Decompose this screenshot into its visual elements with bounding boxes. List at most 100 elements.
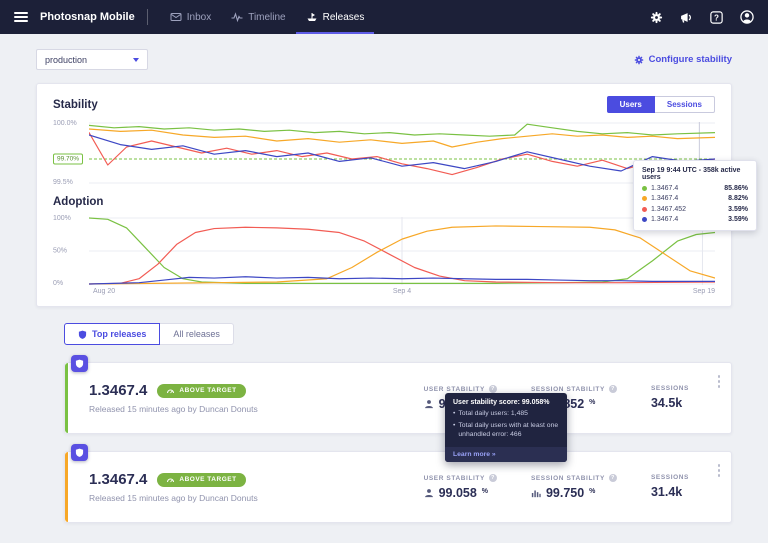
stability-target-label: 99.70% <box>53 153 84 165</box>
percent-unit: % <box>589 488 596 495</box>
stability-chart-block: 100.0% 99.70% 99.5% <box>53 120 715 186</box>
release-accent-bar <box>65 452 68 522</box>
announcements-megaphone-icon[interactable] <box>680 11 693 24</box>
info-icon[interactable]: ? <box>608 474 617 482</box>
overflow-menu-icon[interactable] <box>716 373 723 390</box>
series-dot <box>642 196 647 201</box>
hamburger-menu-icon[interactable] <box>14 0 28 34</box>
overflow-menu-icon[interactable] <box>716 462 723 479</box>
user-stability-stat: User stability ? 99.058 % <box>424 474 497 500</box>
tab-label: Top releases <box>92 329 147 339</box>
user-avatar-icon[interactable] <box>740 10 754 24</box>
tab-all-releases[interactable]: All releases <box>160 323 234 345</box>
releases-ship-icon <box>307 13 317 21</box>
session-stability-value: 99.750 <box>545 486 585 500</box>
nav-item-label: Releases <box>322 11 365 23</box>
sessions-stat: Sessions 34.5k <box>651 385 689 411</box>
help-icon[interactable]: ? <box>710 10 723 24</box>
app-title: Photosnap Mobile <box>40 11 135 23</box>
tooltip-title: Sep 19 9:44 UTC - 358k active users <box>642 167 741 181</box>
percent-unit: % <box>589 399 596 406</box>
shield-icon <box>78 330 87 339</box>
settings-gear-icon[interactable] <box>650 11 663 24</box>
info-icon[interactable]: ? <box>608 385 617 393</box>
learn-more-link[interactable]: Learn more » <box>445 446 567 462</box>
above-target-badge: Above target <box>157 383 246 398</box>
tooltip-bullet: Total daily users: 1,485 <box>458 410 528 417</box>
user-icon <box>424 399 434 409</box>
user-stability-label: User stability <box>423 474 485 482</box>
shield-icon <box>75 359 84 368</box>
percent-unit: % <box>481 488 489 495</box>
release-card-2[interactable]: 1.3467.4 Above target Released 15 minute… <box>64 444 732 523</box>
tooltip-title: User stability score: 99.058% <box>453 399 550 406</box>
user-stability-value: 99.058 <box>438 486 477 500</box>
info-icon[interactable]: ? <box>488 385 497 393</box>
configure-stability-link[interactable]: Configure stability <box>634 54 732 65</box>
bullet-glyph: • <box>453 410 456 417</box>
nav-item-label: Inbox <box>186 11 212 23</box>
series-value: 3.59% <box>728 205 748 213</box>
bars-icon <box>531 488 541 498</box>
gauge-icon <box>167 389 175 393</box>
adoption-x-axis: Aug 20 Sep 4 Sep 19 <box>89 288 715 300</box>
release-stats: User stability ? 99.058 % Session stabil… <box>424 474 689 500</box>
nav-item-inbox[interactable]: Inbox <box>160 0 221 34</box>
bullet-glyph: • <box>453 422 456 430</box>
toggle-sessions-button[interactable]: Sessions <box>654 96 715 113</box>
series-dot <box>642 206 647 212</box>
x-tick: Aug 20 <box>93 288 116 295</box>
y-tick: 100% <box>53 215 71 222</box>
release-meta: Released 15 minutes ago by Duncan Donuts <box>89 493 258 503</box>
toggle-users-button[interactable]: Users <box>606 96 655 113</box>
session-stability-label: Session stability <box>530 385 605 393</box>
configure-gear-icon <box>634 55 643 64</box>
info-icon[interactable]: ? <box>488 474 497 482</box>
series-version: 1.3467.4 <box>651 195 679 202</box>
above-target-badge: Above target <box>157 472 246 487</box>
sessions-value: 31.4k <box>650 485 683 499</box>
chart-hover-tooltip: Sep 19 9:44 UTC - 358k active users 1.34… <box>633 160 757 231</box>
releases-tabs: Top releases All releases <box>64 323 732 345</box>
release-card-1[interactable]: 1.3467.4 Above target Released 15 minute… <box>64 355 732 462</box>
adoption-chart-block: 100% 50% 0% <box>53 215 715 287</box>
releases-page: production Configure stability Stability <box>0 49 768 523</box>
user-stability-label: User stability <box>423 385 485 393</box>
tab-label: All releases <box>173 329 220 339</box>
series-value: 85.86% <box>724 184 748 192</box>
users-sessions-toggle: Users Sessions <box>606 96 715 113</box>
stability-line-chart[interactable] <box>89 122 715 184</box>
chevron-down-icon <box>133 57 139 62</box>
adoption-y-axis: 100% 50% 0% <box>53 215 89 287</box>
above-target-label: Above target <box>179 387 237 394</box>
release-shield-badge <box>71 444 88 461</box>
nav-item-releases[interactable]: Releases <box>295 0 375 34</box>
series-dot <box>642 185 647 191</box>
release-meta: Released 15 minutes ago by Duncan Donuts <box>89 404 258 414</box>
stability-chart-title: Stability <box>53 98 98 111</box>
svg-text:?: ? <box>714 13 719 22</box>
series-version: 1.3467.4 <box>651 216 679 223</box>
y-tick: 0% <box>53 280 64 287</box>
environment-select[interactable]: production <box>36 49 148 70</box>
release-version: 1.3467.4 <box>89 382 148 399</box>
y-tick: 100.0% <box>53 120 77 127</box>
above-target-label: Above target <box>179 476 237 483</box>
tooltip-row: 1.3467.4 85.86% <box>642 185 748 192</box>
y-tick: 99.5% <box>53 179 73 186</box>
session-stability-label: Session stability <box>530 474 605 482</box>
nav-right-icons: ? <box>650 0 754 34</box>
tab-top-releases[interactable]: Top releases <box>64 323 161 345</box>
session-stability-stat: Session stability ? 99.750 % <box>531 474 617 500</box>
tooltip-row: 1.3467.4 8.82% <box>642 195 748 202</box>
nav-item-label: Timeline <box>248 11 286 23</box>
timeline-pulse-icon <box>231 12 243 23</box>
page-toolbar: production Configure stability <box>36 49 732 70</box>
sessions-value: 34.5k <box>650 396 683 410</box>
nav-item-timeline[interactable]: Timeline <box>221 0 295 34</box>
adoption-line-chart[interactable] <box>89 217 715 285</box>
tooltip-row: 1.3467.452 3.59% <box>642 206 748 213</box>
x-tick: Sep 19 <box>692 288 715 295</box>
x-tick: Sep 4 <box>392 288 412 295</box>
series-dot <box>642 217 647 222</box>
